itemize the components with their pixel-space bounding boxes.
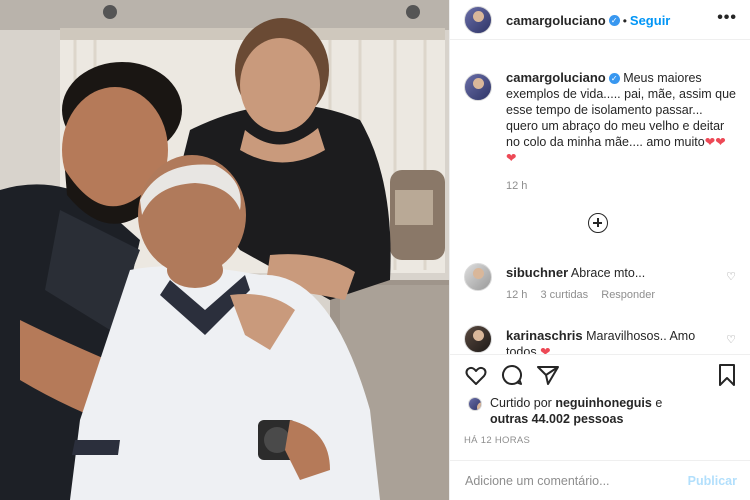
liker-avatar[interactable] [468, 397, 482, 411]
likes-summary: Curtido por neguinhoneguis e outras 44.0… [490, 395, 730, 427]
bookmark-icon[interactable] [715, 363, 739, 392]
follow-button[interactable]: Seguir [630, 13, 670, 28]
likes-others[interactable]: outras 44.002 pessoas [490, 412, 623, 426]
more-icon[interactable]: ••• [717, 9, 737, 27]
comment-like-icon[interactable]: ♡ [726, 270, 736, 283]
author-avatar[interactable] [464, 6, 492, 34]
comment-time[interactable]: 12 h [506, 289, 527, 301]
comment-username[interactable]: sibuchner [506, 265, 568, 280]
plus-circle-icon[interactable] [588, 213, 608, 233]
add-comment-bar: Adicione um comentário... Publicar [450, 460, 750, 500]
post-header: camargoluciano ✓ • Seguir ••• [450, 0, 750, 40]
family-photo-image [0, 0, 449, 500]
comment-like-icon[interactable]: ♡ [726, 333, 736, 346]
likes-prefix: Curtido por [490, 396, 552, 410]
comment-text: Abrace mto... [570, 266, 646, 280]
liker-username[interactable]: neguinhoneguis [555, 396, 652, 410]
post-actions: Curtido por neguinhoneguis e outras 44.0… [450, 354, 750, 454]
reply-button[interactable]: Responder [601, 289, 655, 301]
post-caption: camargoluciano ✓ Meus maiores exemplos de… [506, 70, 736, 194]
comment-username[interactable]: karinaschris [506, 328, 583, 343]
heart-icon[interactable] [464, 363, 488, 392]
caption-author-avatar[interactable] [464, 73, 492, 101]
header-author: camargoluciano ✓ • Seguir [506, 12, 670, 30]
post-photo[interactable] [0, 0, 449, 500]
comment-meta: 12 h 3 curtidas Responder [506, 287, 706, 303]
share-icon[interactable] [536, 363, 560, 392]
verified-icon: ✓ [608, 73, 620, 85]
caption-time[interactable]: 12 h [506, 178, 736, 194]
verified-icon: ✓ [608, 15, 620, 27]
comment-heart: ❤ [540, 345, 551, 354]
comment-item: sibuchner Abrace mto... 12 h 3 curtidas … [506, 265, 706, 303]
publish-button[interactable]: Publicar [688, 474, 737, 488]
post-timestamp[interactable]: HÁ 12 HORAS [464, 435, 530, 446]
separator-dot: • [622, 14, 627, 28]
post-side-panel: camargoluciano ✓ • Seguir ••• camargolucian… [449, 0, 750, 500]
comment-input[interactable]: Adicione um comentário... [465, 474, 610, 488]
instagram-post: camargoluciano ✓ • Seguir ••• camargolucian… [0, 0, 750, 500]
commenter-avatar[interactable] [464, 263, 492, 291]
comment-icon[interactable] [500, 363, 524, 392]
comment-item: karinaschris Maravilhosos.. Amo todos ❤ [506, 328, 706, 354]
commenter-avatar[interactable] [464, 325, 492, 353]
likes-and: e [655, 396, 663, 410]
author-username[interactable]: camargoluciano [506, 13, 606, 28]
comment-likes[interactable]: 3 curtidas [540, 289, 588, 301]
caption-username[interactable]: camargoluciano [506, 70, 606, 85]
